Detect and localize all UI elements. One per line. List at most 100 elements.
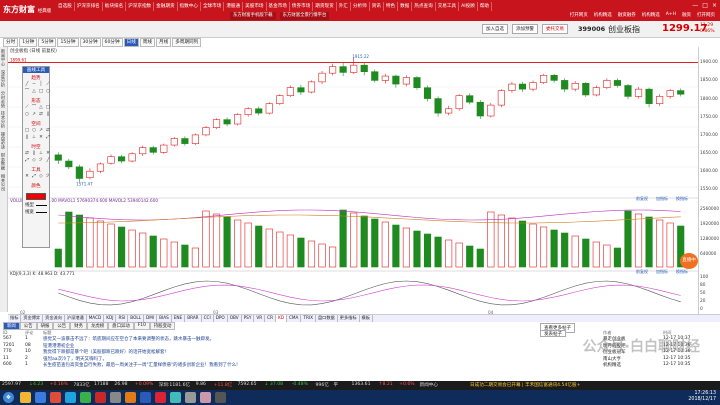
menu-item[interactable]: 特色 <box>384 2 399 11</box>
indicator-tab[interactable]: TRIX <box>301 315 316 322</box>
draw-tool-icon[interactable]: ○ <box>24 112 30 118</box>
tool-icon[interactable] <box>185 392 196 403</box>
draw-tool-icon[interactable]: ⤢ <box>45 135 51 141</box>
live-avatar[interactable]: 直播中 <box>680 253 698 269</box>
indicator-tab[interactable]: KDJ <box>104 315 117 322</box>
rail-item[interactable]: 深度分析 <box>0 68 6 89</box>
menu-item[interactable]: 债券市场 <box>290 2 314 11</box>
indicator-tab[interactable]: 盘口数据 <box>316 315 338 322</box>
indicator-tab[interactable]: 资金流向 <box>43 315 65 322</box>
right-menu-item[interactable]: 融资融券 <box>615 11 639 20</box>
menu-item[interactable]: 自选股 <box>56 2 75 11</box>
draw-tool-icon[interactable]: ⌒ <box>24 89 30 95</box>
period-tab[interactable]: 多周期同列 <box>172 38 202 47</box>
right-menu-item[interactable]: A+H <box>663 11 679 20</box>
terminal-icon[interactable] <box>215 392 226 403</box>
menu-item[interactable]: 沪深京指数 <box>126 2 155 11</box>
draw-tool-icon[interactable]: ⊥ <box>31 135 37 141</box>
kline-chart[interactable]: 创业板指 (日线 前复权)1899.611915.221571.47VOLUME… <box>8 47 698 315</box>
rail-item[interactable]: 技术分析 <box>0 109 6 130</box>
draw-tool-icon[interactable]: ℱ <box>38 158 44 164</box>
news-title[interactable]: 钮港港港初企业 <box>43 343 75 349</box>
menu-item[interactable]: 资讯 <box>370 2 384 11</box>
period-tab[interactable]: 30分钟 <box>79 38 101 47</box>
menu-item[interactable]: 金融期货 <box>154 2 178 11</box>
menu-item[interactable]: 板块排名 <box>103 2 127 11</box>
period-tab[interactable]: 日线 <box>123 38 139 47</box>
period-tab[interactable]: 5分钟 <box>38 38 57 47</box>
rail-item[interactable]: 相关公司 <box>0 172 6 193</box>
media-icon[interactable] <box>125 392 136 403</box>
indicator-tab[interactable]: CCI <box>202 315 214 322</box>
style-row[interactable]: 线型 <box>25 202 47 208</box>
start-icon[interactable]: ❖ <box>3 392 14 403</box>
close-icon[interactable]: × <box>712 2 717 9</box>
settings-icon[interactable] <box>110 392 121 403</box>
rail-item[interactable]: 新闻中心 <box>0 47 6 68</box>
news-tab[interactable]: F10 <box>133 322 150 330</box>
indicator-tab[interactable]: PSY <box>242 315 255 322</box>
news-title[interactable]: 强烈aa次冷了，明天又嗨吗了。 <box>43 356 107 362</box>
draw-tool-icon[interactable]: ∥ <box>24 135 30 141</box>
draw-tool-icon[interactable]: □ <box>45 105 51 111</box>
menu-item[interactable]: 分析师 <box>351 2 370 11</box>
menu-item[interactable]: 基金市场 <box>267 2 290 11</box>
draw-tool-icon[interactable]: ↗ <box>38 128 44 134</box>
menu-item[interactable]: 港股通 <box>224 2 244 11</box>
period-tab[interactable]: 15分钟 <box>57 38 79 47</box>
menu-item[interactable]: AI投顾 <box>459 2 478 11</box>
indicator-tab[interactable]: OBV <box>228 315 242 322</box>
indicator-tab[interactable]: BIAS <box>157 315 172 322</box>
color-swatch[interactable] <box>26 193 46 200</box>
word-icon[interactable] <box>140 392 151 403</box>
draw-tool-icon[interactable]: ⟋ <box>45 82 51 88</box>
photo-icon[interactable] <box>200 392 211 403</box>
news-tab[interactable]: 新闻 <box>3 322 20 330</box>
draw-tool-icon[interactable]: │ <box>38 82 44 88</box>
minimize-icon[interactable]: — <box>692 2 698 9</box>
qq-icon[interactable] <box>65 392 76 403</box>
period-tab[interactable]: 1分钟 <box>19 38 38 47</box>
draw-tool-icon[interactable]: ∥ <box>45 112 51 118</box>
browser-icon[interactable] <box>35 392 46 403</box>
draw-tool-icon[interactable]: ✕ <box>24 174 30 180</box>
indicator-tab[interactable]: BRAR <box>185 315 202 322</box>
right-menu-item[interactable]: 机构精选 <box>591 11 615 20</box>
news-tab[interactable]: 公告 <box>53 322 71 330</box>
indicator-tab[interactable]: 资金博弈 <box>21 315 44 322</box>
app-icon[interactable] <box>50 392 61 403</box>
period-tab[interactable]: 分时 <box>3 38 19 47</box>
draw-tool-icon[interactable]: ∥ <box>31 151 37 157</box>
right-menu-item[interactable]: 融资 <box>679 11 694 20</box>
menu-item[interactable]: 全球市场 <box>201 2 225 11</box>
indicator-tab[interactable]: MACD <box>87 315 105 322</box>
news-tab[interactable]: 持股变动 <box>149 322 176 330</box>
eastmoney-icon[interactable] <box>95 392 106 403</box>
menu-item[interactable]: 帮助 <box>478 2 492 11</box>
period-tab[interactable]: 月线 <box>156 38 172 47</box>
indicator-tab[interactable]: CMA <box>287 315 302 322</box>
menu-item[interactable]: 外汇 <box>337 2 351 11</box>
indicator-tab[interactable]: KD <box>276 315 287 322</box>
indicator-tab[interactable]: BOLL <box>128 315 145 322</box>
draw-tool-icon[interactable]: ⤢ <box>31 174 37 180</box>
chat-icon[interactable] <box>170 392 181 403</box>
indicator-tab[interactable]: ENE <box>172 315 186 322</box>
draw-tool-icon[interactable]: ⇄ <box>38 112 44 118</box>
news-title[interactable]: 我觉得下跌都是暴个吧（美股都跌已跌好）的话开始宽松解套! <box>43 349 166 355</box>
menu-item[interactable]: 美股市场 <box>243 2 267 11</box>
indicator-tab[interactable]: DMI <box>144 315 158 322</box>
news-tab[interactable]: 龙虎榜 <box>86 322 109 330</box>
menu-item[interactable]: 指数中心 <box>178 2 201 11</box>
indicator-tab[interactable]: RSI <box>116 315 129 322</box>
draw-tool-icon[interactable]: ⟋ <box>24 105 30 111</box>
draw-tool-icon[interactable]: ⇄ <box>45 128 51 134</box>
draw-tool-icon[interactable]: ◇ <box>38 174 44 180</box>
draw-tool-icon[interactable]: ↗ <box>31 112 37 118</box>
rail-item[interactable]: 操盘必读 <box>0 130 6 151</box>
draw-tool-icon[interactable]: △ <box>31 89 37 95</box>
news-title[interactable]: 感觉又一波暴击不远了：筑底期间应在空仓了本来要调整的状态，跳水暴击一触即发。 <box>43 336 214 342</box>
draw-tool-icon[interactable]: ◇ <box>31 158 37 164</box>
news-tab[interactable]: 公告 <box>19 322 37 330</box>
menu-item[interactable]: 交易工具 <box>436 2 460 11</box>
